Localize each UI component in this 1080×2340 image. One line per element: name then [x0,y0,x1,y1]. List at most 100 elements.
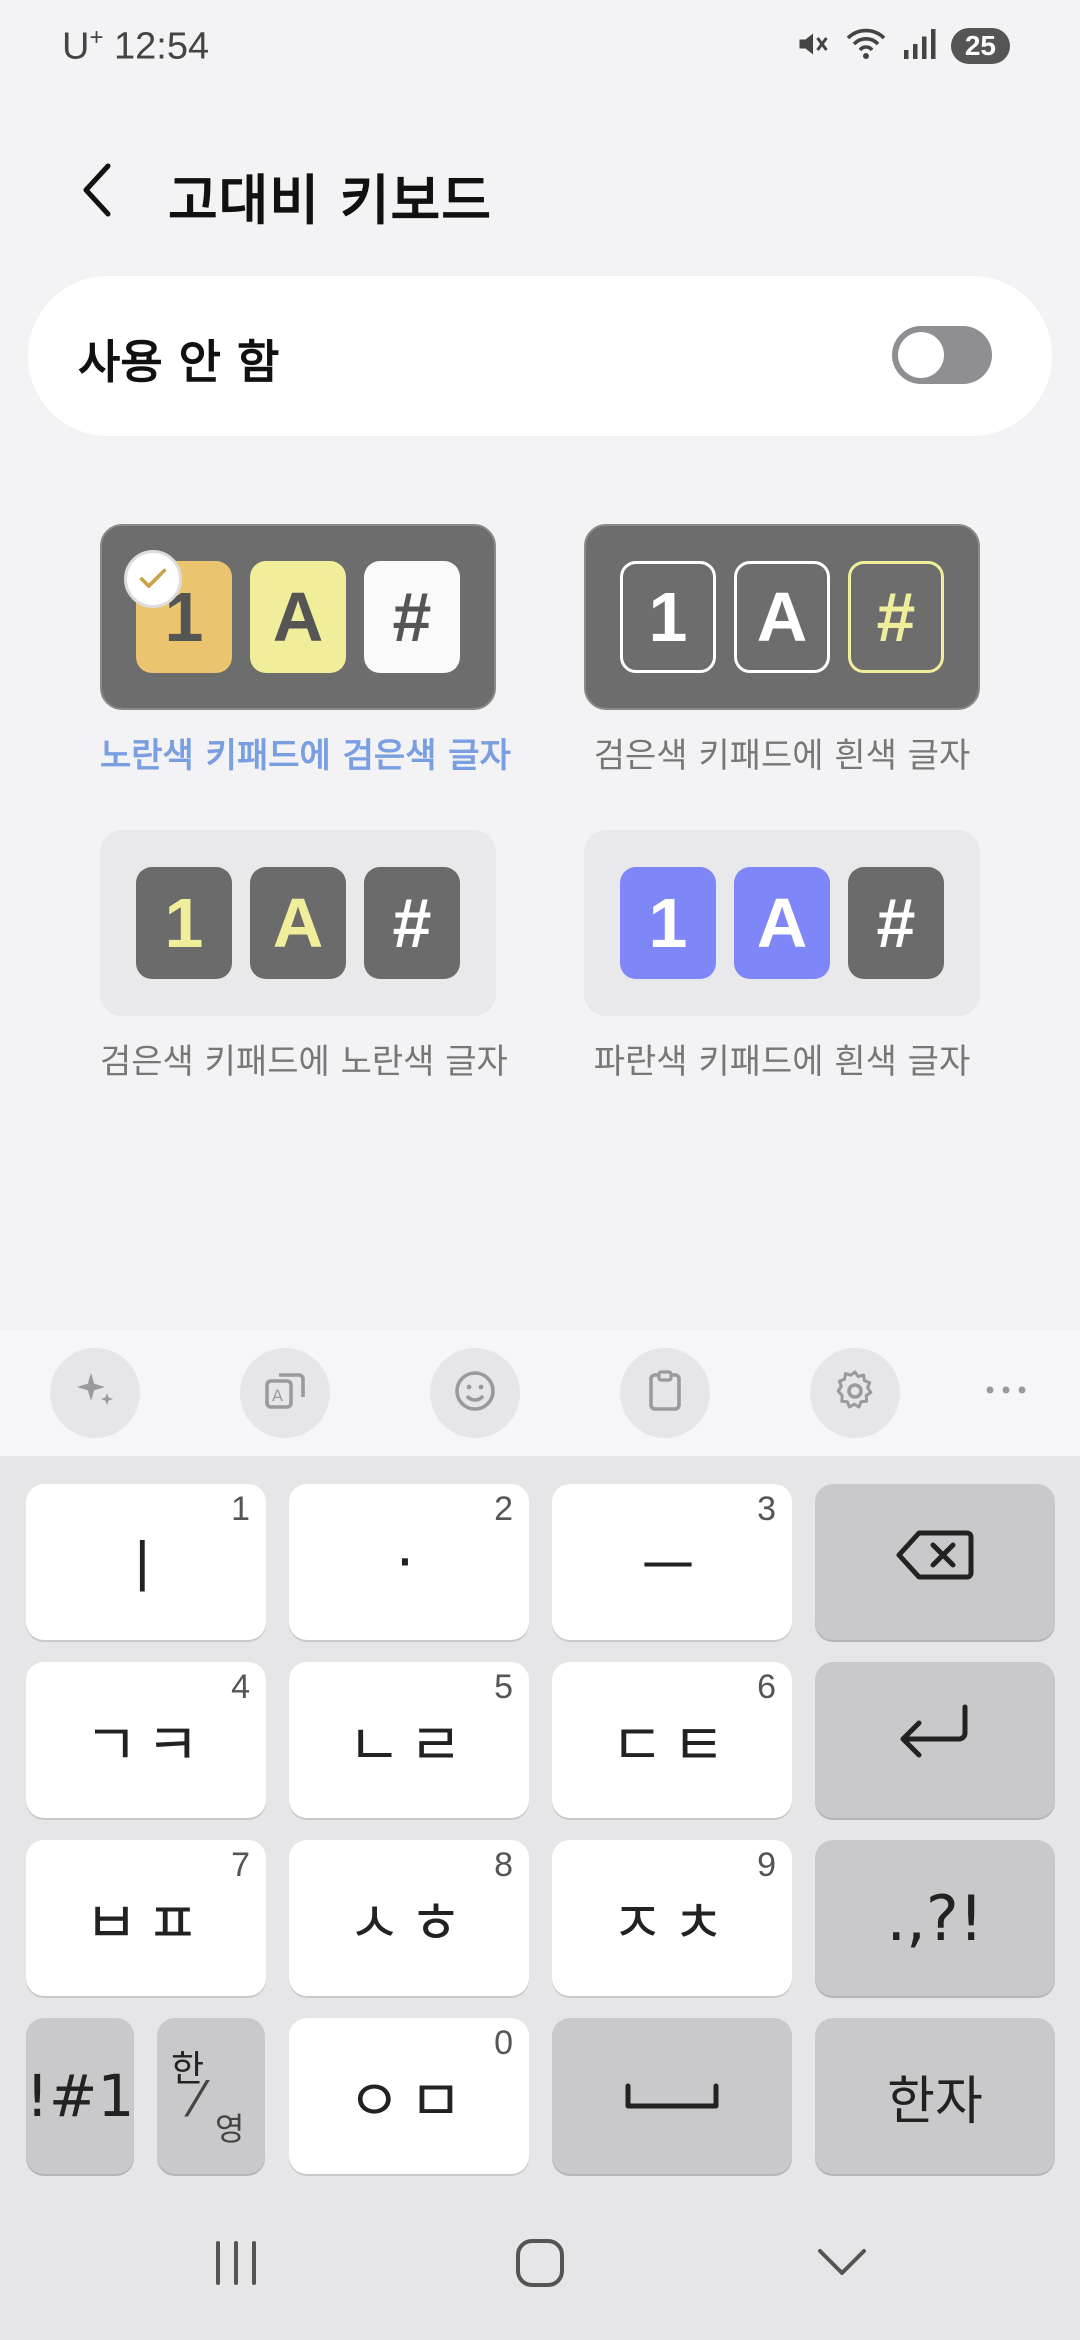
clock: 12:54 [114,25,210,68]
nav-back-button[interactable] [802,2230,882,2300]
key-s-h[interactable]: ㅅㅎ 8 [289,1840,529,1996]
high-contrast-switch[interactable] [892,326,992,384]
backspace-key[interactable] [815,1484,1055,1640]
keyboard-settings-button[interactable] [810,1348,900,1438]
key-n-r[interactable]: ㄴㄹ 5 [289,1662,529,1818]
key-j-ch[interactable]: ㅈㅊ 9 [552,1840,792,1996]
theme-option-black-white[interactable]: 1 A # 검은색 키패드에 흰색 글자 [584,524,980,777]
key-number: 7 [231,1846,250,1884]
emoji-button[interactable] [430,1348,520,1438]
lang-en-label: 영 [215,2110,245,2148]
preview-key: A [734,867,830,979]
symbols-key[interactable]: !#1 [26,2018,134,2174]
key-label: ㅡ [641,1533,703,1601]
carrier-plus: + [89,24,104,51]
theme-option-black-yellow[interactable]: 1 A # 검은색 키패드에 노란색 글자 [100,830,508,1083]
key-number: 5 [494,1668,513,1706]
preview-key: # [848,867,944,979]
status-bar: U+ 12:54 25 [0,0,1080,96]
theme-preview: 1 A # [584,830,980,1016]
theme-preview: 1 A # [100,830,496,1016]
wifi-icon [845,26,887,66]
emoji-icon [451,1367,499,1419]
chevron-left-icon [68,163,132,226]
theme-preview: 1 A # [584,524,980,710]
preview-key: 1 [620,867,716,979]
key-label: ㅈㅊ [610,1889,734,1957]
key-label: ㄴㄹ [347,1711,471,1779]
enter-key[interactable] [815,1662,1055,1818]
key-label: 한자 [887,2071,983,2132]
ai-button[interactable] [50,1348,140,1438]
key-number: 4 [231,1668,250,1706]
keyboard-toolbar: A [0,1330,1080,1456]
translate-icon: A [261,1367,309,1419]
preview-key: # [364,867,460,979]
chevron-down-icon [814,2243,870,2287]
recents-button[interactable] [196,2230,276,2300]
toggle-card[interactable]: 사용 안 함 [28,276,1052,436]
key-label: ㄱㅋ [84,1711,208,1779]
backspace-icon [895,1527,975,1597]
more-icon [984,1381,1028,1400]
preview-key: A [734,561,830,673]
lang-slash: ⁄ [193,2072,202,2128]
status-carrier-time: U+ 12:54 [62,24,209,69]
settings-icon [831,1367,879,1419]
space-icon [622,2062,722,2130]
hanja-key[interactable]: 한자 [815,2018,1055,2174]
theme-caption: 파란색 키패드에 흰색 글자 [593,1042,971,1082]
key-dot[interactable]: · 2 [289,1484,529,1640]
battery-icon: 25 [950,28,1010,64]
preview-key: A [250,561,346,673]
key-label: !#1 [25,2062,135,2130]
theme-caption: 검은색 키패드에 흰색 글자 [593,736,971,776]
navigation-bar [0,2190,1080,2340]
header: 고대비 키보드 [0,140,1080,240]
toggle-label: 사용 안 함 [78,335,280,389]
key-i[interactable]: ㅣ 1 [26,1484,266,1640]
key-label: ㅣ [115,1533,177,1601]
key-d-t[interactable]: ㄷㅌ 6 [552,1662,792,1818]
key-label: ㄷㅌ [610,1711,734,1779]
key-number: 9 [757,1846,776,1884]
key-b-p[interactable]: ㅂㅍ 7 [26,1840,266,1996]
translate-button[interactable]: A [240,1348,330,1438]
key-g-k[interactable]: ㄱㅋ 4 [26,1662,266,1818]
recents-icon [208,2237,264,2293]
key-label: .,?! [886,1881,984,1955]
preview-key: # [364,561,460,673]
page-title: 고대비 키보드 [168,169,492,232]
preview-key: 1 [136,867,232,979]
key-label: · [395,1528,423,1596]
more-button[interactable] [976,1360,1036,1420]
key-label: ㅇㅁ [347,2067,471,2135]
preview-key: A [250,867,346,979]
space-key[interactable] [552,2018,792,2174]
sparkle-icon [71,1367,119,1419]
status-icons: 25 [795,26,1010,66]
key-number: 2 [494,1490,513,1528]
language-switch-key[interactable]: 한 ⁄ 영 [157,2018,265,2174]
theme-caption: 노란색 키패드에 검은색 글자 [100,736,511,776]
check-icon [124,550,182,608]
key-number: 1 [231,1490,250,1528]
punctuation-key[interactable]: .,?! [815,1840,1055,1996]
keyboard: ㅣ 1 · 2 ㅡ 3 ㄱㅋ 4 ㄴㄹ 5 ㄷㅌ 6 ㅂㅍ 7 ㅅㅎ 8 ㅈㅊ … [0,1456,1080,2190]
key-number: 3 [757,1490,776,1528]
home-button[interactable] [500,2230,580,2300]
enter-icon [895,1701,975,1779]
switch-knob [898,332,944,378]
signal-icon [901,26,937,66]
key-label: ㅅㅎ [347,1889,471,1957]
back-button[interactable] [68,158,132,222]
theme-option-blue-white[interactable]: 1 A # 파란색 키패드에 흰색 글자 [584,830,980,1083]
mute-icon [795,26,831,66]
clipboard-button[interactable] [620,1348,710,1438]
theme-option-yellow-black[interactable]: 1 A # 노란색 키패드에 검은색 글자 [100,524,511,777]
key-number: 6 [757,1668,776,1706]
key-o-m[interactable]: ㅇㅁ 0 [289,2018,529,2174]
preview-key: # [848,561,944,673]
key-eu[interactable]: ㅡ 3 [552,1484,792,1640]
key-number: 8 [494,1846,513,1884]
